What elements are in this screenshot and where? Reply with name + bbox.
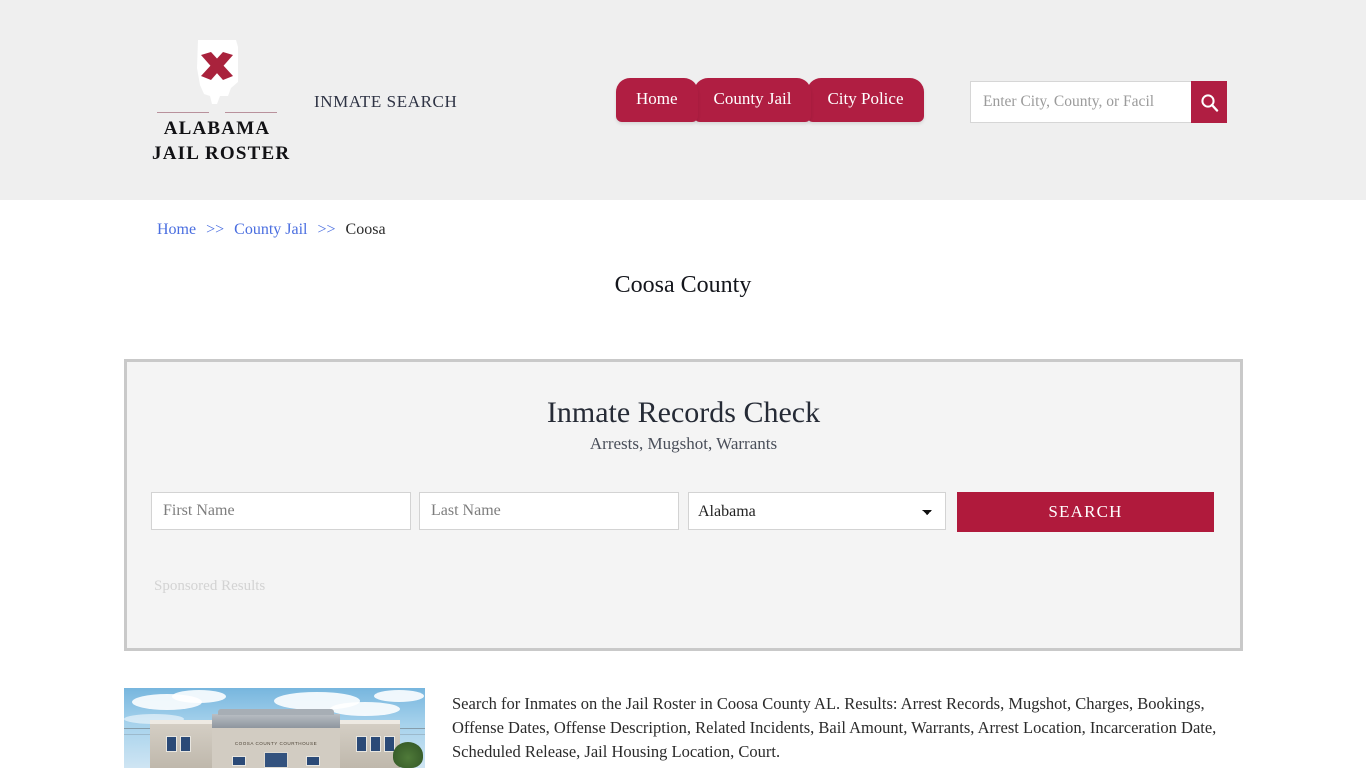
header-search-button[interactable] xyxy=(1191,81,1227,123)
nav-item-home[interactable]: Home xyxy=(616,78,698,122)
logo-text-line2: JAIL ROSTER xyxy=(152,143,291,164)
state-select[interactable]: Alabama xyxy=(688,492,946,530)
header-search xyxy=(970,81,1227,123)
card-subtitle: Arrests, Mugshot, Warrants xyxy=(589,434,778,453)
site-header: ••• ALABAMA JAIL ROSTER INMATE SEARCH Ho… xyxy=(0,0,1366,200)
search-button[interactable]: SEARCH xyxy=(957,492,1214,532)
inmate-search-form: Alabama SEARCH xyxy=(151,492,1240,532)
main-navigation: Home County Jail City Police xyxy=(616,78,924,122)
site-tagline: INMATE SEARCH xyxy=(314,92,458,111)
nav-item-county-jail[interactable]: County Jail xyxy=(693,78,812,122)
logo-text-line1: ALABAMA xyxy=(163,118,271,139)
breadcrumb-separator: >> xyxy=(206,221,225,238)
page-description: Search for Inmates on the Jail Roster in… xyxy=(452,694,1217,761)
breadcrumb-item-county-jail[interactable]: County Jail xyxy=(234,221,307,238)
inmate-records-check-card: Inmate Records Check Arrests, Mugshot, W… xyxy=(124,359,1243,651)
nav-item-city-police[interactable]: City Police xyxy=(807,78,924,122)
breadcrumb-item-current: Coosa xyxy=(345,221,386,238)
site-logo[interactable]: ••• ALABAMA JAIL ROSTER xyxy=(152,38,291,166)
header-search-input[interactable] xyxy=(970,81,1191,123)
first-name-input[interactable] xyxy=(151,492,411,530)
logo-divider: ••• xyxy=(157,108,277,116)
search-icon xyxy=(1200,93,1218,112)
logo-dots: ••• xyxy=(211,108,223,116)
breadcrumb-item-home[interactable]: Home xyxy=(157,221,196,238)
courthouse-image: COOSA COUNTY COURTHOUSE xyxy=(124,688,425,768)
last-name-input[interactable] xyxy=(419,492,679,530)
breadcrumb-separator: >> xyxy=(317,221,336,238)
sponsored-results-label: Sponsored Results xyxy=(154,578,266,594)
alabama-state-flag-icon xyxy=(184,38,250,110)
breadcrumb: Home >> County Jail >> Coosa xyxy=(157,221,386,239)
page-title: Coosa County xyxy=(614,272,752,298)
courthouse-sign-text: COOSA COUNTY COURTHOUSE xyxy=(234,741,318,746)
card-title: Inmate Records Check xyxy=(546,396,821,429)
